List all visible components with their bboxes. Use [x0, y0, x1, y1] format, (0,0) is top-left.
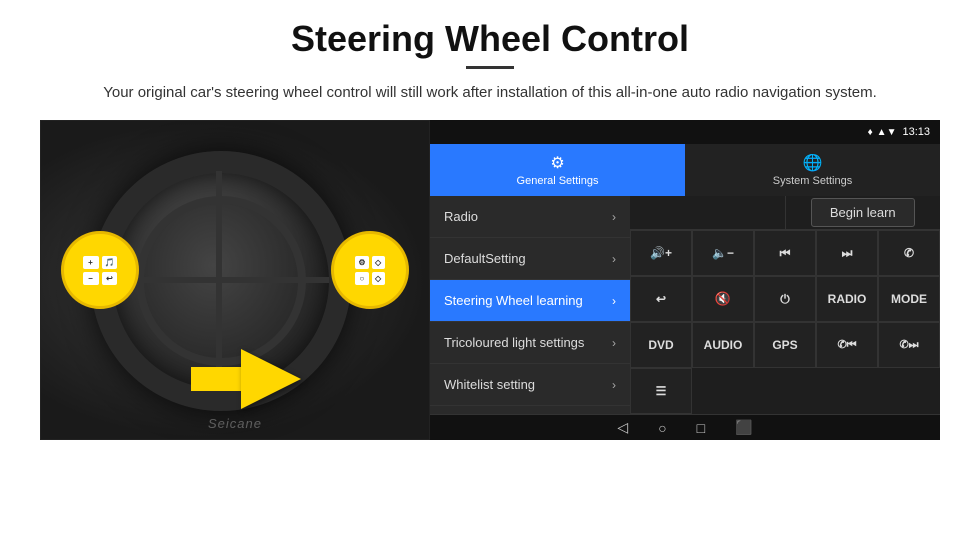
- menu-tricoloured-label: Tricoloured light settings: [444, 335, 584, 350]
- control-buttons-row2: 🔊+ 🔈− ⏮ ⏭ ✆: [630, 230, 940, 276]
- phone-icon: ✆: [904, 246, 914, 260]
- system-settings-icon: 🌐: [803, 153, 823, 173]
- status-bar: ♦ ▲▼ 13:13: [430, 120, 940, 144]
- mode-label: MODE: [891, 292, 927, 306]
- screenshot-nav-button[interactable]: ⬛: [735, 419, 752, 436]
- menu-radio-label: Radio: [444, 209, 478, 224]
- vol-down-button[interactable]: 🔈−: [692, 230, 754, 276]
- title-divider: [466, 66, 514, 69]
- chevron-right-icon: ›: [612, 294, 616, 308]
- status-icons: ♦ ▲▼: [868, 127, 897, 138]
- list-button[interactable]: ☰: [630, 368, 692, 414]
- vol-down-icon: 🔈−: [712, 246, 734, 260]
- begin-learn-left-area: [630, 196, 786, 229]
- call-end-button[interactable]: ↩: [630, 276, 692, 322]
- general-settings-icon: ⚙: [550, 153, 564, 173]
- right-panel: Begin learn 🔊+ 🔈− ⏮: [630, 196, 940, 414]
- next-track-button[interactable]: ⏭: [816, 230, 878, 276]
- location-icon: ♦: [868, 127, 873, 138]
- recents-nav-button[interactable]: □: [697, 420, 705, 436]
- menu-item-radio[interactable]: Radio ›: [430, 196, 630, 238]
- watermark: Seicane: [208, 416, 262, 431]
- left-button-cluster: +🎵 −↩: [61, 231, 139, 309]
- tab-general-settings[interactable]: ⚙ General Settings: [430, 144, 685, 196]
- top-tabs: ⚙ General Settings 🌐 System Settings: [430, 144, 940, 196]
- audio-button[interactable]: AUDIO: [692, 322, 754, 368]
- tab-system-settings[interactable]: 🌐 System Settings: [685, 144, 940, 196]
- phone-button[interactable]: ✆: [878, 230, 940, 276]
- chevron-right-icon: ›: [612, 210, 616, 224]
- head-unit: ♦ ▲▼ 13:13 ⚙ General Settings 🌐 System S…: [430, 120, 940, 440]
- page-subtitle: Your original car's steering wheel contr…: [80, 81, 900, 104]
- dvd-button[interactable]: DVD: [630, 322, 692, 368]
- vol-up-button[interactable]: 🔊+: [630, 230, 692, 276]
- back-nav-button[interactable]: ◁: [617, 419, 628, 436]
- list-icon: ☰: [656, 384, 667, 398]
- call-end-icon: ↩: [656, 292, 666, 306]
- home-nav-button[interactable]: ○: [658, 420, 666, 436]
- arrow-indicator: [191, 349, 311, 409]
- main-content: +🎵 −↩ ⚙◇ ○◇ Seicane: [40, 120, 940, 440]
- phone-prev-button[interactable]: ✆⏮: [816, 322, 878, 368]
- menu-item-whitelist[interactable]: Whitelist setting ›: [430, 364, 630, 406]
- menu-steering-label: Steering Wheel learning: [444, 293, 583, 308]
- radio-button[interactable]: RADIO: [816, 276, 878, 322]
- begin-learn-right-area: Begin learn: [786, 196, 941, 229]
- menu-default-label: DefaultSetting: [444, 251, 526, 266]
- control-buttons-row4: DVD AUDIO GPS ✆⏮ ✆⏭: [630, 322, 940, 368]
- left-menu: Radio › DefaultSetting › Steering Wheel …: [430, 196, 630, 414]
- page-title: Steering Wheel Control: [40, 18, 940, 60]
- status-time: 13:13: [902, 126, 930, 138]
- radio-label: RADIO: [828, 292, 867, 306]
- dvd-label: DVD: [648, 338, 673, 352]
- power-icon: ⏻: [780, 292, 790, 307]
- content-area: Radio › DefaultSetting › Steering Wheel …: [430, 196, 940, 414]
- tab-general-label: General Settings: [517, 175, 599, 187]
- prev-track-icon: ⏮: [780, 246, 791, 261]
- menu-item-steering[interactable]: Steering Wheel learning ›: [430, 280, 630, 322]
- menu-whitelist-label: Whitelist setting: [444, 377, 535, 392]
- gps-label: GPS: [772, 338, 797, 352]
- power-button[interactable]: ⏻: [754, 276, 816, 322]
- control-buttons-row5: ☰: [630, 368, 940, 414]
- chevron-right-icon: ›: [612, 336, 616, 350]
- signal-icon: ▲▼: [877, 127, 897, 138]
- navigation-bar: ◁ ○ □ ⬛: [430, 414, 940, 440]
- gps-button[interactable]: GPS: [754, 322, 816, 368]
- audio-label: AUDIO: [704, 338, 743, 352]
- mute-button[interactable]: 🔇: [692, 276, 754, 322]
- menu-item-tricoloured[interactable]: Tricoloured light settings ›: [430, 322, 630, 364]
- phone-next-button[interactable]: ✆⏭: [878, 322, 940, 368]
- mute-icon: 🔇: [715, 291, 731, 307]
- prev-track-button[interactable]: ⏮: [754, 230, 816, 276]
- chevron-right-icon: ›: [612, 252, 616, 266]
- menu-item-default[interactable]: DefaultSetting ›: [430, 238, 630, 280]
- control-buttons-row3: ↩ 🔇 ⏻ RADIO MODE: [630, 276, 940, 322]
- next-track-icon: ⏭: [842, 246, 853, 261]
- vol-up-icon: 🔊+: [650, 246, 672, 260]
- phone-prev-icon: ✆⏮: [837, 338, 856, 352]
- mode-button[interactable]: MODE: [878, 276, 940, 322]
- begin-learn-row: Begin learn: [630, 196, 940, 230]
- tab-system-label: System Settings: [773, 175, 852, 187]
- phone-next-icon: ✆⏭: [899, 338, 918, 352]
- right-button-cluster: ⚙◇ ○◇: [331, 231, 409, 309]
- begin-learn-button[interactable]: Begin learn: [811, 198, 915, 227]
- steering-wheel-image: +🎵 −↩ ⚙◇ ○◇ Seicane: [40, 120, 430, 440]
- chevron-right-icon: ›: [612, 378, 616, 392]
